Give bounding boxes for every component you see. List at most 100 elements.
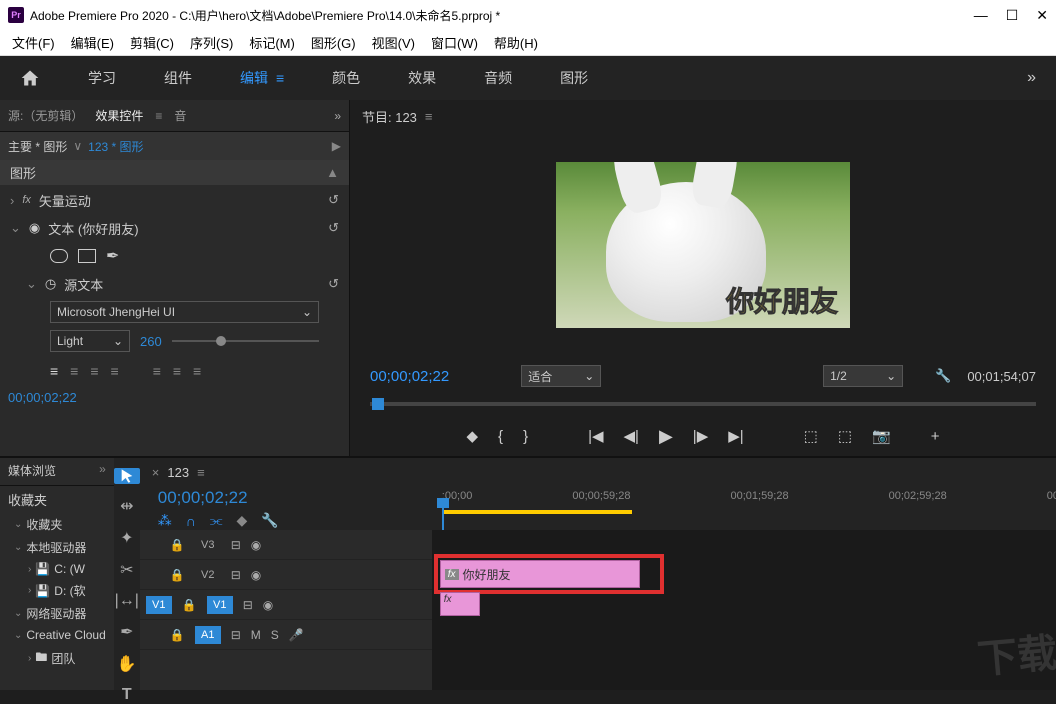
- menu-clip[interactable]: 剪辑(C): [124, 31, 180, 54]
- workspace-editing[interactable]: 编辑: [240, 68, 268, 88]
- align-justify-last-center-icon[interactable]: ≡: [173, 363, 181, 379]
- pen-tool-icon[interactable]: ✒: [114, 622, 140, 642]
- marker-icon[interactable]: ◆: [236, 512, 247, 529]
- track-v1[interactable]: V1 🔒 V1 ⊟ ◉: [140, 590, 432, 620]
- track-select-tool-icon[interactable]: ⇹: [114, 496, 140, 516]
- export-frame-icon[interactable]: 📷: [872, 427, 891, 445]
- lock-icon[interactable]: 🔒: [182, 598, 197, 612]
- reset-icon[interactable]: ↺: [328, 220, 339, 236]
- program-timecode[interactable]: 00;00;02;22: [370, 368, 449, 385]
- ellipse-mask-icon[interactable]: [50, 249, 68, 263]
- scrubber[interactable]: [350, 394, 1056, 416]
- settings-icon[interactable]: 🔧: [261, 512, 278, 529]
- align-right-icon[interactable]: ≡: [90, 363, 98, 379]
- eye-icon[interactable]: ◉: [29, 220, 40, 236]
- tree-team[interactable]: ›🖿 团队: [0, 645, 114, 672]
- breadcrumb-arrow-icon[interactable]: ▶: [332, 139, 341, 153]
- tree-drive-d[interactable]: ›💾 D: (软: [0, 579, 114, 602]
- wrench-icon[interactable]: 🔧: [935, 368, 951, 384]
- solo-button[interactable]: S: [271, 628, 279, 642]
- panel-menu-icon[interactable]: ≡: [197, 465, 205, 480]
- voice-over-icon[interactable]: 🎤: [289, 628, 304, 642]
- panel-menu-icon[interactable]: ≡: [155, 109, 162, 123]
- tree-favorites[interactable]: ⌄收藏夹: [0, 513, 114, 536]
- sync-lock-icon[interactable]: ⊟: [243, 598, 253, 612]
- mute-button[interactable]: M: [251, 628, 261, 642]
- lock-icon[interactable]: 🔒: [170, 628, 185, 642]
- align-justify-icon[interactable]: ≡: [111, 363, 119, 379]
- minimize-button[interactable]: —: [974, 7, 988, 24]
- lift-icon[interactable]: ⬚: [804, 427, 818, 445]
- reset-icon[interactable]: ↺: [328, 276, 339, 292]
- track-v3[interactable]: 🔒 V3 ⊟ ◉: [140, 530, 432, 560]
- sync-lock-icon[interactable]: ⊟: [231, 568, 241, 582]
- menu-file[interactable]: 文件(F): [6, 31, 61, 54]
- play-icon[interactable]: ▶: [659, 426, 673, 447]
- font-family-select[interactable]: Microsoft JhengHei UI ⌄: [50, 301, 319, 323]
- workspace-learn[interactable]: 学习: [88, 68, 116, 88]
- workspace-menu-icon[interactable]: ≡: [276, 70, 284, 86]
- menu-window[interactable]: 窗口(W): [425, 31, 484, 54]
- workspace-graphics[interactable]: 图形: [560, 68, 588, 88]
- font-size-slider[interactable]: [172, 340, 319, 342]
- tree-local-drives[interactable]: ⌄本地驱动器: [0, 536, 114, 559]
- clip-text-layer[interactable]: fx 你好朋友: [440, 560, 640, 588]
- razor-tool-icon[interactable]: ✂: [114, 560, 140, 580]
- maximize-button[interactable]: ☐: [1006, 7, 1019, 24]
- align-left-icon[interactable]: ≡: [50, 363, 58, 379]
- align-justify-last-left-icon[interactable]: ≡: [153, 363, 161, 379]
- slip-tool-icon[interactable]: |↔|: [114, 592, 140, 610]
- extract-icon[interactable]: ⬚: [838, 427, 852, 445]
- section-graphics[interactable]: 图形 ▲: [0, 160, 349, 186]
- clip-video[interactable]: fx: [440, 592, 480, 616]
- align-center-icon[interactable]: ≡: [70, 363, 78, 379]
- home-icon[interactable]: [20, 68, 40, 88]
- panel-timecode[interactable]: 00;00;02;22: [0, 386, 349, 409]
- eye-icon[interactable]: ◉: [263, 598, 281, 612]
- menu-view[interactable]: 视图(V): [366, 31, 421, 54]
- effect-text-layer[interactable]: ⌄ ◉ 文本 (你好朋友) ↺: [0, 214, 349, 242]
- work-area-bar[interactable]: [442, 510, 632, 514]
- sync-lock-icon[interactable]: ⊟: [231, 628, 241, 642]
- effect-source-text[interactable]: ⌄ ◷ 源文本 ↺: [0, 270, 349, 298]
- reset-icon[interactable]: ↺: [328, 192, 339, 208]
- workspace-overflow[interactable]: »: [1027, 69, 1036, 87]
- font-size-value[interactable]: 260: [140, 334, 162, 349]
- linked-selection-icon[interactable]: ⫘: [210, 512, 223, 529]
- eye-icon[interactable]: ◉: [251, 538, 269, 552]
- stopwatch-icon[interactable]: ◷: [45, 276, 56, 292]
- workspace-audio[interactable]: 音频: [484, 68, 512, 88]
- tab-source[interactable]: 源:（无剪辑）: [8, 107, 83, 124]
- menu-sequence[interactable]: 序列(S): [184, 31, 239, 54]
- mark-out-icon[interactable]: }: [523, 428, 528, 445]
- video-frame[interactable]: 你好朋友: [556, 162, 850, 328]
- track-v2[interactable]: 🔒 V2 ⊟ ◉: [140, 560, 432, 590]
- breadcrumb-clip[interactable]: 123 * 图形: [88, 138, 143, 155]
- menu-graphics[interactable]: 图形(G): [305, 31, 362, 54]
- eye-icon[interactable]: ◉: [251, 568, 269, 582]
- close-button[interactable]: ✕: [1036, 7, 1048, 24]
- sync-lock-icon[interactable]: ⊟: [231, 538, 241, 552]
- tabs-overflow[interactable]: »: [334, 109, 341, 123]
- hand-tool-icon[interactable]: ✋: [114, 654, 140, 674]
- selection-tool-icon[interactable]: [114, 468, 140, 484]
- ripple-edit-tool-icon[interactable]: ✦: [114, 528, 140, 548]
- playhead-icon[interactable]: [372, 398, 384, 410]
- source-patch-v1[interactable]: V1: [146, 596, 172, 614]
- track-a1[interactable]: 🔒 A1 ⊟ M S 🎤: [140, 620, 432, 650]
- align-justify-last-right-icon[interactable]: ≡: [193, 363, 201, 379]
- tab-effect-controls[interactable]: 效果控件: [95, 107, 143, 124]
- timeline-timecode[interactable]: 00;00;02;22: [152, 486, 432, 510]
- tree-drive-c[interactable]: ›💾 C: (W: [0, 559, 114, 579]
- font-weight-select[interactable]: Light ⌄: [50, 330, 130, 352]
- insert-mode-icon[interactable]: ⁂: [158, 512, 172, 529]
- workspace-color[interactable]: 颜色: [332, 68, 360, 88]
- track-content-area[interactable]: fx 你好朋友 fx 下载吧: [432, 530, 1056, 690]
- pen-mask-icon[interactable]: ✒: [106, 246, 119, 266]
- browser-header[interactable]: 媒体浏览 »: [0, 458, 114, 486]
- menu-edit[interactable]: 编辑(E): [65, 31, 120, 54]
- type-tool-icon[interactable]: T: [114, 686, 140, 704]
- mark-in-icon[interactable]: {: [498, 428, 503, 445]
- close-tab-icon[interactable]: ×: [152, 465, 160, 480]
- go-to-in-icon[interactable]: |◀: [588, 427, 603, 445]
